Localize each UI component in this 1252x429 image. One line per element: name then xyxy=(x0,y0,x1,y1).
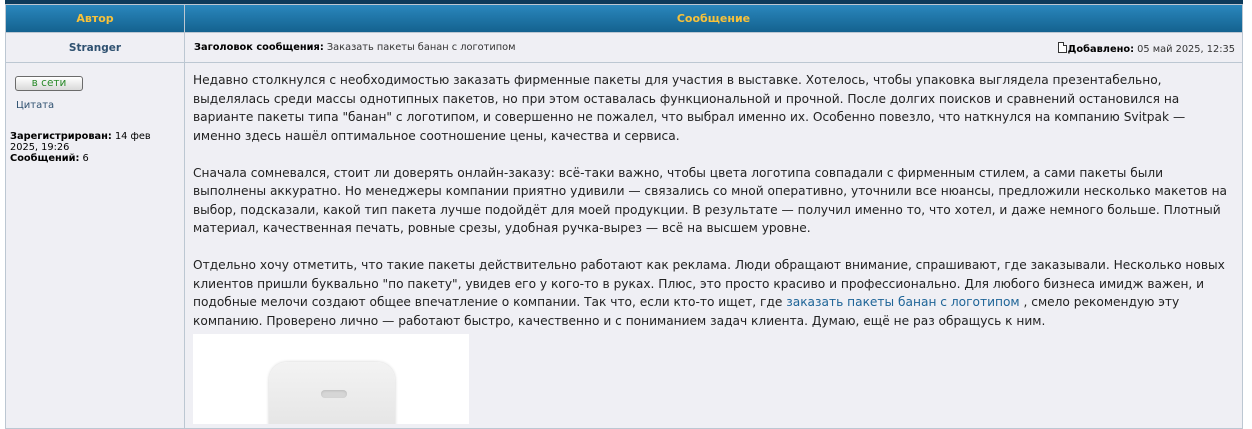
white-bag-shape xyxy=(269,362,395,424)
author-profile: в сети Цитата Зарегистрирован: 14 фев 20… xyxy=(6,63,184,428)
order-bags-link[interactable]: заказать пакеты банан с логотипом xyxy=(786,295,1019,309)
bag-product-image xyxy=(193,334,469,424)
message-paragraph-1: Недавно столкнулся с необходимостью зака… xyxy=(193,73,1186,143)
subject-label: Заголовок сообщения: xyxy=(194,42,324,53)
posted-label: Добавлено: xyxy=(1067,44,1135,55)
message-paragraph-2: Сначала сомневался, стоит ли доверять он… xyxy=(193,165,1228,236)
post-link-icon[interactable] xyxy=(1057,42,1067,53)
online-status-badge: в сети xyxy=(15,76,83,91)
registration-info: Зарегистрирован: 14 фев 2025, 19:26 Сооб… xyxy=(10,131,180,164)
post-header-row: Stranger Заголовок сообщения: Заказать п… xyxy=(6,33,1242,62)
message-body: Недавно столкнулся с необходимостью зака… xyxy=(185,63,1242,428)
author-column-header: Автор xyxy=(6,5,184,32)
message-text: Недавно столкнулся с необходимостью зака… xyxy=(193,71,1234,330)
column-header-row: Автор Сообщение xyxy=(6,5,1242,32)
posts-count: 6 xyxy=(82,153,89,164)
quote-link[interactable]: Цитата xyxy=(16,100,180,111)
subject-text: Заказать пакеты банан с логотипом xyxy=(326,42,516,53)
posts-count-label: Сообщений: xyxy=(10,153,80,164)
bag-handle-cutout xyxy=(321,390,347,398)
post-body-row: в сети Цитата Зарегистрирован: 14 фев 20… xyxy=(6,63,1242,428)
posted-date: 05 май 2025, 12:35 xyxy=(1137,44,1235,55)
author-name[interactable]: Stranger xyxy=(6,33,184,62)
subject-cell: Заголовок сообщения: Заказать пакеты бан… xyxy=(185,33,1242,62)
posted-info: Добавлено: 05 май 2025, 12:35 xyxy=(1057,42,1235,55)
forum-post-area: Автор Сообщение Stranger Заголовок сообщ… xyxy=(5,0,1243,429)
message-paragraph-3: Отдельно хочу отметить, что такие пакеты… xyxy=(193,256,1234,330)
post-table: Автор Сообщение Stranger Заголовок сообщ… xyxy=(5,4,1243,429)
message-column-header: Сообщение xyxy=(185,5,1242,32)
subject-bar: Заголовок сообщения: Заказать пакеты бан… xyxy=(186,42,1241,55)
registered-label: Зарегистрирован: xyxy=(10,131,112,142)
